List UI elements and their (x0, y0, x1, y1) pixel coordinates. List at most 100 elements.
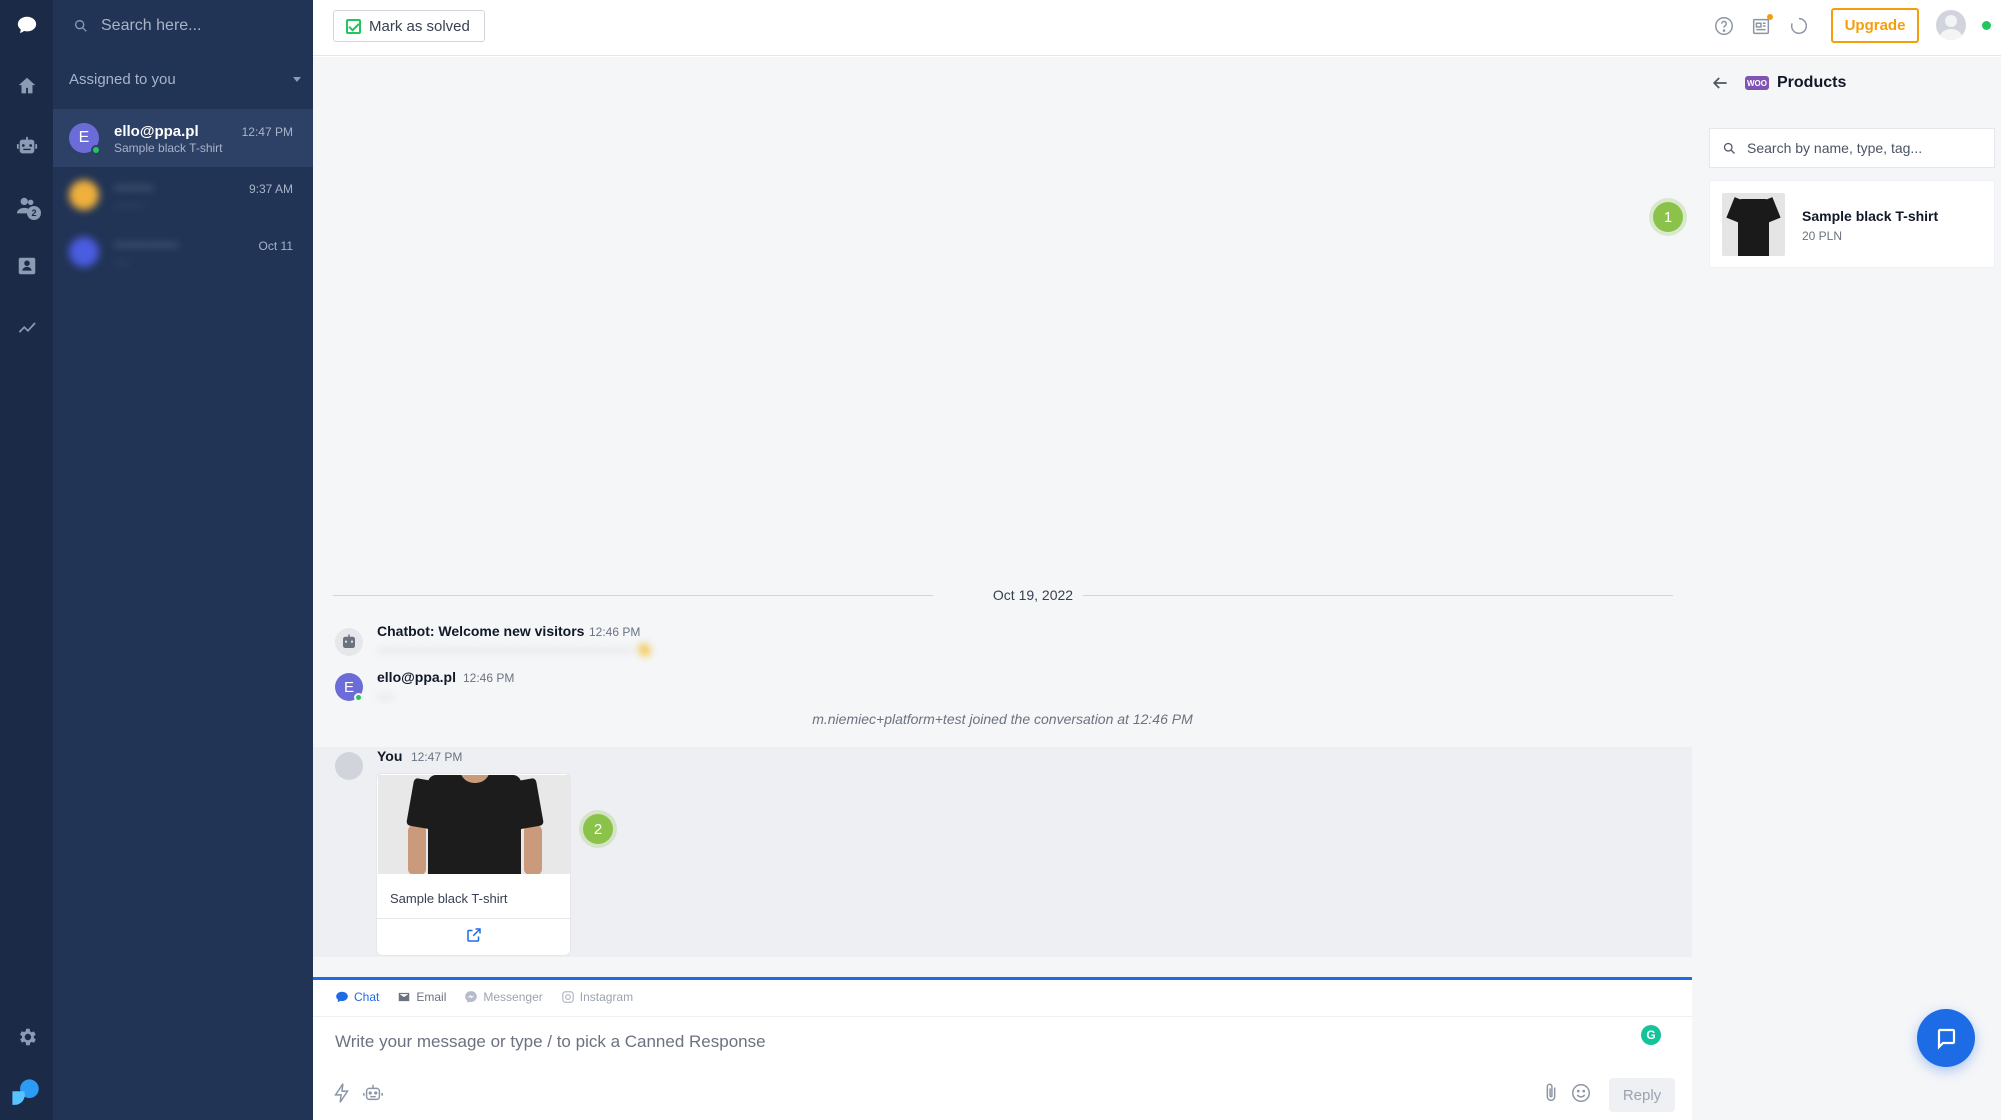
top-bar: Mark as solved Upgrade (313, 0, 2001, 56)
conversation-name: ········ (114, 180, 154, 197)
tab-instagram[interactable]: Instagram (561, 990, 633, 1004)
notification-dot (1767, 14, 1773, 20)
conversation-time: 12:47 PM (241, 125, 293, 139)
message-input[interactable]: Write your message or type / to pick a C… (335, 1032, 766, 1052)
bot-icon (343, 634, 355, 648)
news-icon[interactable] (1749, 14, 1773, 38)
tab-label: Instagram (579, 990, 634, 1004)
product-name: Sample black T-shirt (1802, 208, 1939, 224)
online-indicator (354, 693, 363, 702)
tab-label: Chat (354, 990, 380, 1004)
chat-area: 1 Oct 19, 2022 Chatbot: Welcome new visi… (313, 57, 1692, 978)
open-external-icon[interactable] (465, 926, 483, 944)
bot-avatar (335, 628, 363, 656)
contacts-icon[interactable]: 2 (11, 190, 43, 222)
email-icon (399, 992, 410, 1002)
conversation-item[interactable]: ············· ···· Oct 11 (53, 223, 313, 281)
status-loader-icon[interactable] (1787, 14, 1811, 38)
conversation-list: Search here... Assigned to you E ello@pp… (53, 0, 313, 1120)
home-icon[interactable] (11, 70, 43, 102)
grammarly-icon[interactable]: G (1641, 1025, 1661, 1045)
avatar (69, 237, 99, 267)
tickets-icon[interactable] (11, 250, 43, 282)
filter-label: Assigned to you (69, 70, 176, 88)
checkbox-icon (346, 18, 361, 34)
step-badge-1: 1 (1653, 202, 1683, 232)
chat-bubble-icon (1937, 1028, 1956, 1050)
contacts-badge: 2 (27, 206, 41, 220)
brand-logo-icon (6, 1073, 46, 1113)
message-author: ello@ppa.pl (377, 669, 456, 685)
conversation-time: 9:37 AM (248, 182, 293, 196)
conversation-name: ello@ppa.pl (114, 123, 199, 140)
tab-email[interactable]: Email (397, 990, 446, 1004)
search-icon (75, 20, 87, 32)
conversation-item[interactable]: E ello@ppa.pl Sample black T-shirt 12:47… (53, 109, 313, 167)
instagram-icon (561, 991, 574, 1003)
conversation-preview: Sample black T-shirt (114, 141, 223, 155)
user-avatar[interactable] (1936, 10, 1966, 40)
chevron-down-icon (293, 76, 301, 82)
step-badge-2: 2 (583, 814, 613, 844)
emoji-icon[interactable] (1570, 1082, 1594, 1106)
message-author: Chatbot: Welcome new visitors (377, 623, 585, 639)
agent-avatar (335, 752, 363, 780)
product-title: Sample black T-shirt (390, 891, 508, 906)
message-text: ···· (377, 689, 395, 704)
assigned-filter-dropdown[interactable]: Assigned to you (69, 68, 301, 90)
divider (377, 918, 570, 919)
reply-button[interactable]: Reply (1609, 1078, 1675, 1112)
date-label: Oct 19, 2022 (992, 587, 1074, 603)
divider (313, 1016, 1692, 1017)
conversation-search[interactable]: Search here... (53, 0, 313, 52)
tab-label: Email (416, 990, 447, 1004)
product-list-item[interactable]: Sample black T-shirt 20 PLN (1709, 180, 1995, 268)
product-search-placeholder: Search by name, type, tag... (1747, 140, 1923, 156)
bot-icon[interactable] (362, 1082, 386, 1106)
back-arrow-icon[interactable] (1710, 73, 1730, 93)
chat-icon (336, 991, 348, 1003)
product-price: 20 PLN (1802, 229, 1843, 243)
avatar (69, 180, 99, 210)
products-title: Products (1777, 74, 1847, 91)
product-search-input[interactable]: Search by name, type, tag... (1709, 128, 1995, 168)
products-panel: WOO Products Search by name, type, tag..… (1692, 57, 2001, 1120)
divider (333, 595, 933, 596)
woocommerce-logo: WOO (1745, 76, 1769, 90)
analytics-icon[interactable] (11, 310, 43, 342)
message-text: ········································… (377, 642, 653, 657)
lightning-icon[interactable] (331, 1082, 355, 1106)
attachment-icon[interactable] (1540, 1082, 1564, 1106)
conversation-item[interactable]: ········ ········ 9:37 AM (53, 166, 313, 224)
tab-chat[interactable]: Chat (335, 990, 379, 1004)
date-separator: Oct 19, 2022 (333, 585, 1673, 605)
mark-as-solved-label: Mark as solved (369, 17, 470, 35)
online-status-dot (1982, 21, 1991, 30)
bot-icon[interactable] (11, 130, 43, 162)
chat-widget-button[interactable] (1917, 1009, 1975, 1067)
settings-icon[interactable] (11, 1021, 43, 1053)
system-message: m.niemiec+platform+test joined the conve… (812, 711, 1193, 727)
tab-label: Messenger (483, 990, 543, 1004)
conversation-name: ············· (114, 237, 179, 254)
message-time: 12:46 PM (589, 625, 641, 639)
message-time: 12:47 PM (411, 750, 463, 764)
icon-rail: 2 (0, 0, 53, 1120)
product-image (378, 775, 570, 874)
chat-logo-icon[interactable] (11, 9, 43, 41)
search-placeholder: Search here... (101, 17, 202, 34)
conversation-preview: ···· (114, 255, 130, 269)
message-time: 12:46 PM (463, 671, 515, 685)
mark-as-solved-button[interactable]: Mark as solved (333, 10, 485, 42)
channel-tabs: Chat Email Messenger Instagram (335, 990, 633, 1004)
products-header: WOO Products (1710, 73, 1846, 93)
help-icon[interactable] (1712, 14, 1736, 38)
search-icon (1723, 142, 1735, 154)
online-indicator (91, 145, 101, 155)
upgrade-button[interactable]: Upgrade (1831, 8, 1919, 43)
messenger-icon (465, 991, 478, 1003)
product-card[interactable]: Sample black T-shirt (376, 773, 571, 956)
message-composer: Chat Email Messenger Instagram Write you… (313, 977, 1692, 1120)
divider (1083, 595, 1673, 596)
tab-messenger[interactable]: Messenger (464, 990, 543, 1004)
